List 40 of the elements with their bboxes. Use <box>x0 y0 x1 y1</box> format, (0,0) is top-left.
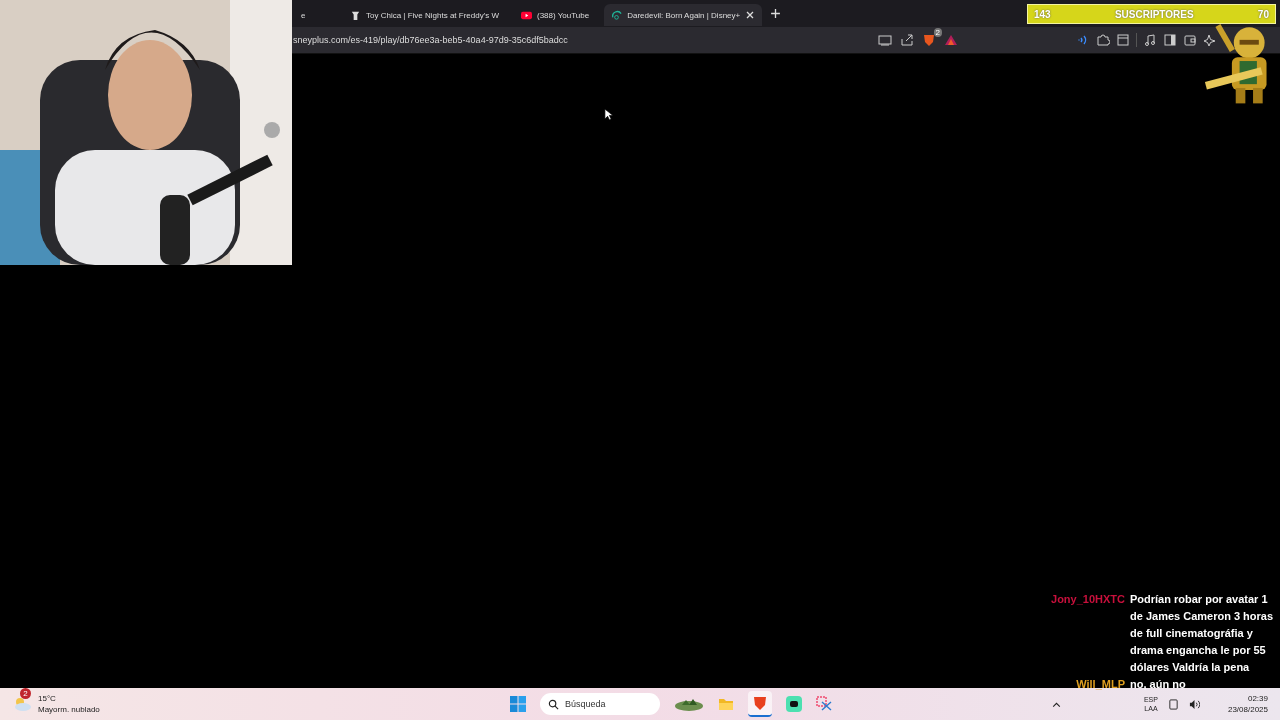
weather-condition: Mayorm. nublado <box>38 704 100 715</box>
cloud-icon <box>12 696 32 712</box>
notification-badge: 2 <box>20 688 31 699</box>
browser-tab[interactable]: e <box>301 4 335 26</box>
window-icon[interactable] <box>1116 33 1130 47</box>
share-icon[interactable] <box>900 33 914 47</box>
chat-message: no, aún no <box>1130 677 1187 692</box>
temperature: 15°C <box>38 693 57 704</box>
chat-username: Jony_10HXTC <box>1050 592 1125 607</box>
goal-target: 70 <box>1257 8 1269 20</box>
new-tab-icon[interactable] <box>770 8 782 19</box>
speaker-icon[interactable] <box>1188 698 1200 710</box>
tab-title: Toy Chica | Five Nights at Freddy's W <box>366 10 499 20</box>
search-icon <box>548 698 559 710</box>
wallet-icon[interactable] <box>1183 33 1197 47</box>
scissors-icon[interactable] <box>816 696 832 712</box>
browser-tab[interactable]: Toy Chica | Five Nights at Freddy's W <box>343 4 506 26</box>
cast-icon[interactable] <box>878 33 892 47</box>
close-icon[interactable] <box>745 10 756 20</box>
browser-tab[interactable]: Daredevil: Born Again | Disney+ <box>604 4 763 26</box>
sidebar-icon[interactable] <box>1163 33 1177 47</box>
arc-icon <box>611 9 623 21</box>
cursor-icon <box>604 108 613 121</box>
goal-label: SUSCRIPTORES <box>1114 8 1194 20</box>
music-icon[interactable] <box>1143 33 1157 47</box>
chat-bubble-icon[interactable] <box>786 696 802 712</box>
tab-title: (388) YouTube <box>537 10 590 20</box>
tab-title: e <box>301 10 306 20</box>
play-icon <box>521 9 532 21</box>
subscriber-count: 143 <box>1034 8 1051 20</box>
search-field[interactable]: Búsqueda <box>540 693 660 715</box>
tab-title: Daredevil: Born Again | Disney+ <box>627 10 741 20</box>
browser-tab[interactable]: (388) YouTube <box>514 4 597 26</box>
clock[interactable]: 02:39 23/08/2025 <box>1227 693 1268 715</box>
address-field[interactable]: sneyplus.com/es-419/play/db76ee3a-beb5-40a4-97d9-35c6df5badcc <box>293 35 878 45</box>
shield-badge: 2 <box>933 28 942 37</box>
chat-username: Will_MLP <box>1075 677 1125 692</box>
triangle-icon[interactable] <box>944 33 958 47</box>
sparkle-icon[interactable] <box>1203 33 1217 47</box>
figure-icon <box>350 9 361 21</box>
